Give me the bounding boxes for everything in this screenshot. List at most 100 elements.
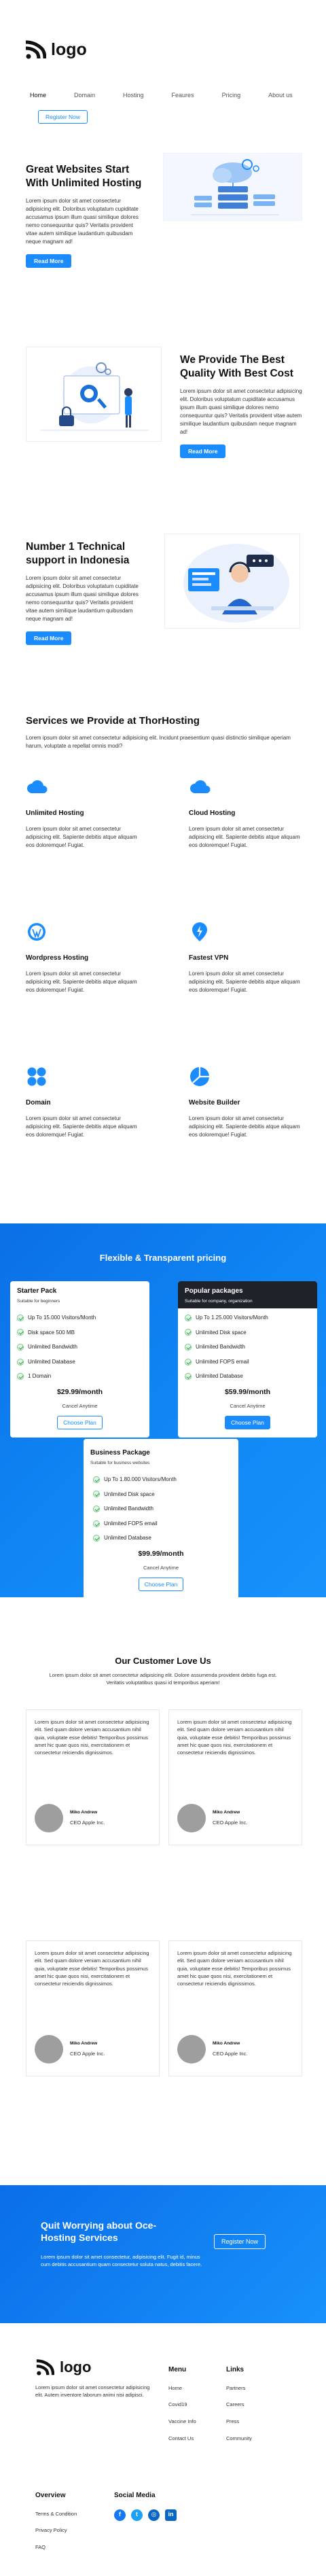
plan-feature: Up To 15.000 Visitors/Month <box>17 1314 143 1322</box>
feature-text: Unlimited Database <box>104 1535 151 1542</box>
footer-link-partners[interactable]: Partners <box>226 2385 252 2392</box>
nav-domain[interactable]: Domain <box>74 91 95 100</box>
plan-header: Business Package Suitable for business w… <box>84 1439 238 1470</box>
service-name: Fastest VPN <box>189 954 229 962</box>
footer-link-community[interactable]: Community <box>226 2435 252 2443</box>
plan-cancel: Cancel Anytime <box>230 1403 266 1410</box>
footer-links-title: Links <box>226 2366 244 2373</box>
pricing-card-popular: Popular packages Suitable for company, o… <box>178 1281 317 1438</box>
avatar <box>177 2035 206 2064</box>
nav-pricing[interactable]: Pricing <box>222 91 241 100</box>
plan-feature: Disk space 500 MB <box>17 1329 143 1337</box>
footer-link-careers[interactable]: Careers <box>226 2401 252 2409</box>
linkedin-icon[interactable]: in <box>165 2509 177 2521</box>
pie-icon <box>190 1067 209 1086</box>
service-body: Lorem ipsum dolor sit amet consectetur a… <box>189 1115 300 1138</box>
cta-register-button[interactable]: Register Now <box>214 2234 266 2249</box>
service-name: Cloud Hosting <box>189 809 236 817</box>
author-role: CEO Apple Inc. <box>70 1820 105 1826</box>
testimonial-author: Miko Andrew CEO Apple Inc. <box>177 2035 247 2064</box>
instagram-icon[interactable]: ◎ <box>148 2509 160 2521</box>
services-subtitle: Lorem ipsum dolor sit amet consectetur a… <box>26 735 291 749</box>
plan-features: Up To 15.000 Visitors/Month Disk space 5… <box>10 1308 149 1380</box>
service-name: Unlimited Hosting <box>26 809 84 817</box>
footer-social: Social Media f t ◎ in <box>114 2491 177 2521</box>
support-agent-icon <box>183 544 289 623</box>
cloud-server-illustration <box>163 153 302 221</box>
check-icon <box>185 1314 192 1321</box>
service-name: Domain <box>26 1098 51 1107</box>
service-body: Lorem ipsum dolor sit amet consectetur a… <box>189 826 300 849</box>
read-more-button[interactable]: Read More <box>26 254 72 268</box>
nav-features[interactable]: Feaures <box>172 91 194 100</box>
page: logo Home Domain Hosting Feaures Pricing… <box>0 0 326 2576</box>
support-agent-illustration <box>164 534 300 629</box>
register-button[interactable]: Register Now <box>38 110 88 124</box>
feature-text: Unlimited Disk space <box>104 1491 155 1497</box>
feature-title: We Provide The Best Quality With Best Co… <box>180 354 293 379</box>
footer-logo-text: logo <box>60 2359 92 2375</box>
feature-text: Up To 1.25.000 Visitors/Month <box>196 1314 268 1321</box>
plan-feature: Unlimited Bandwidth <box>17 1343 143 1351</box>
twitter-icon[interactable]: t <box>131 2509 143 2521</box>
footer-link-vaccine[interactable]: Vaccine Info <box>168 2418 196 2426</box>
logo-mark-icon <box>25 40 46 59</box>
pricing-card-business: Business Package Suitable for business w… <box>84 1439 238 1599</box>
check-icon <box>93 1505 100 1512</box>
footer-logo[interactable]: logo <box>35 2356 91 2378</box>
footer-social-title: Social Media <box>114 2492 156 2499</box>
plan-feature: Up To 1.25.000 Visitors/Month <box>185 1314 310 1322</box>
check-icon <box>93 1520 100 1527</box>
check-icon <box>185 1358 192 1365</box>
footer-link-terms[interactable]: Terms & Condition <box>35 2511 77 2518</box>
footer-link-press[interactable]: Press <box>226 2418 252 2426</box>
testimonial-author: Miko Andrew CEO Apple Inc. <box>177 1804 247 1832</box>
plan-header: Popular packages Suitable for company, o… <box>178 1281 317 1308</box>
plan-feature: Unlimited Database <box>185 1372 310 1380</box>
check-icon <box>93 1476 100 1483</box>
footer-link-privacy[interactable]: Privacy Policy <box>35 2527 77 2535</box>
cloud-icon <box>190 780 211 793</box>
pricing-card-starter: Starter Pack Suitable for beginners Up T… <box>10 1281 149 1438</box>
plan-feature: Unlimited Bandwidth <box>93 1505 232 1513</box>
logo[interactable]: logo <box>24 37 87 62</box>
feature-text: Unlimited Bandwidth <box>196 1344 245 1351</box>
plan-name: Business Package <box>90 1449 150 1457</box>
plan-name: Popular packages <box>185 1287 243 1295</box>
footer-link-faq[interactable]: FAQ <box>35 2544 77 2552</box>
feature-text: Unlimited FOPS email <box>104 1520 158 1527</box>
cta-banner: Quit Worrying about Oce-Hosting Services… <box>0 2185 326 2323</box>
feature-text: Unlimited Bandwidth <box>28 1344 77 1351</box>
services-title: Services we Provide at ThorHosting <box>26 715 200 727</box>
service-card: Fastest VPN Lorem ipsum dolor sit amet c… <box>189 921 303 994</box>
nav-about[interactable]: About us <box>268 91 293 100</box>
pricing-section: Flexible & Transparent pricing Starter P… <box>0 1223 326 1599</box>
plan-desc: Suitable for company, organization <box>185 1298 253 1304</box>
choose-plan-button[interactable]: Choose Plan <box>57 1415 103 1429</box>
plan-feature: 1 Domain <box>17 1372 143 1380</box>
cloud-server-icon <box>191 159 279 215</box>
nav-home[interactable]: Home <box>30 91 46 100</box>
read-more-button[interactable]: Read More <box>180 444 226 458</box>
facebook-icon[interactable]: f <box>114 2509 126 2521</box>
choose-plan-button[interactable]: Choose Plan <box>225 1415 270 1429</box>
service-body: Lorem ipsum dolor sit amet consectetur a… <box>189 971 300 994</box>
footer-link-covid[interactable]: Covid19 <box>168 2401 196 2409</box>
plan-feature: Unlimited FOPS email <box>93 1520 232 1528</box>
nav-hosting[interactable]: Hosting <box>123 91 144 100</box>
testimonials-title: Our Customer Love Us <box>115 1656 211 1666</box>
read-more-button[interactable]: Read More <box>26 631 72 645</box>
footer-overview: Overview Terms & Condition Privacy Polic… <box>35 2491 77 2552</box>
cta-body: Lorem ipsum dolor sit amet consectetur, … <box>41 2254 202 2268</box>
main-nav: Home Domain Hosting Feaures Pricing Abou… <box>30 91 321 100</box>
check-icon <box>93 1535 100 1542</box>
footer-link-contact[interactable]: Contact Us <box>168 2435 196 2443</box>
author-name: Miko Andrew <box>70 1809 98 1815</box>
footer-overview-title: Overview <box>35 2492 66 2499</box>
service-card: Cloud Hosting Lorem ipsum dolor sit amet… <box>189 776 303 850</box>
footer-menu: Menu Home Covid19 Vaccine Info Contact U… <box>168 2365 196 2443</box>
author-role: CEO Apple Inc. <box>213 2051 248 2057</box>
footer-link-home[interactable]: Home <box>168 2385 196 2392</box>
choose-plan-button[interactable]: Choose Plan <box>138 1577 184 1591</box>
footer-links: Links Partners Careers Press Community <box>226 2365 252 2443</box>
